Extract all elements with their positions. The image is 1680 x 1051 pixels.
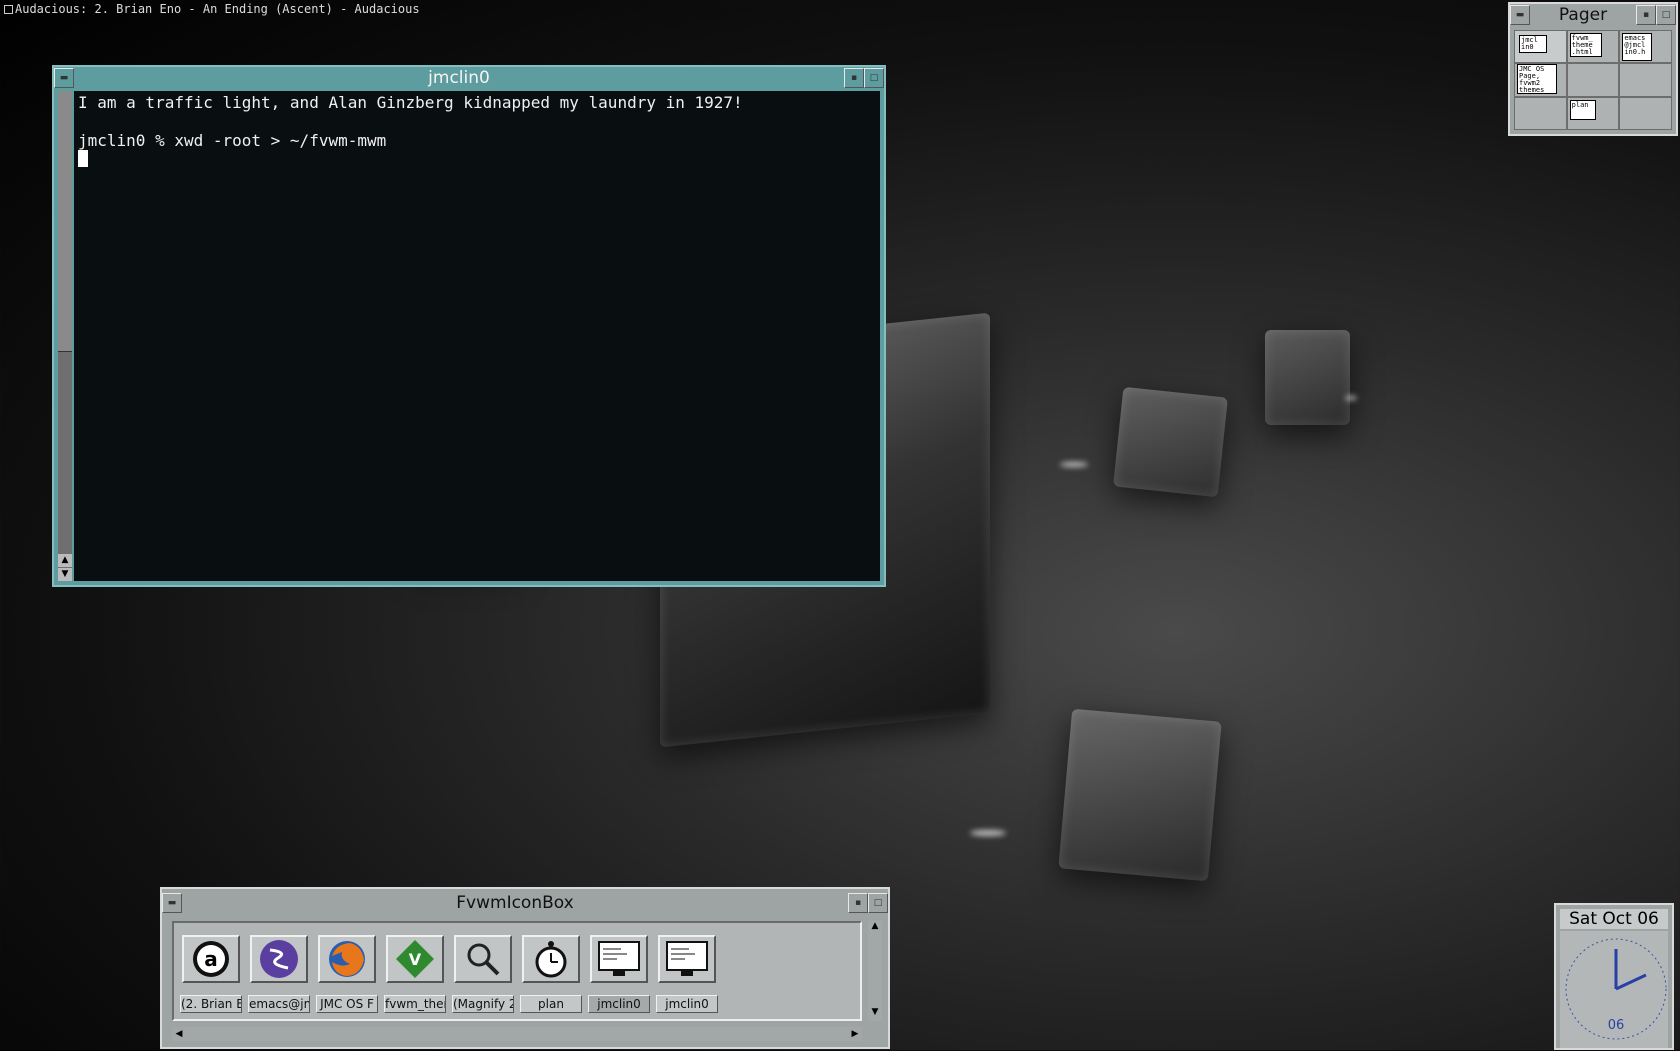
terminal-scrollbar[interactable]: ▲ ▼ <box>58 91 72 581</box>
pager-desk-3[interactable]: emacs @jmcl in0.h <box>1619 30 1672 64</box>
terminal-window[interactable]: ▬ jmclin0 ▪ □ ▲ ▼ I am a traffic light, … <box>52 65 886 587</box>
terminal-icon[interactable] <box>658 935 716 983</box>
icon-label[interactable]: jmclin0 <box>656 995 718 1013</box>
svg-text:a: a <box>204 947 218 971</box>
terminal-content[interactable]: I am a traffic light, and Alan Ginzberg … <box>74 91 880 581</box>
scrollbar-thumb[interactable] <box>58 91 72 352</box>
terminal-title: jmclin0 <box>428 68 490 88</box>
terminal-line: I am a traffic light, and Alan Ginzberg … <box>78 93 743 112</box>
scroll-up-arrow-icon[interactable]: ▲ <box>868 921 882 935</box>
maximize-button[interactable]: □ <box>868 893 888 913</box>
pager-mini-window[interactable]: jmcl in0 <box>1519 35 1547 53</box>
window-checkbox-icon <box>4 5 13 14</box>
iconbox-horizontal-scrollbar[interactable]: ◀ ▶ <box>172 1027 862 1041</box>
clock-window[interactable]: Sat Oct 06 06 <box>1554 903 1674 1050</box>
pager-desk-2[interactable]: fvwm_ theme .html <box>1566 30 1620 64</box>
scroll-up-arrow-icon[interactable]: ▲ <box>58 554 72 567</box>
iconbox-titlebar[interactable]: ▬ FvwmIconBox ▪ □ <box>162 892 888 914</box>
svg-text:V: V <box>409 950 422 969</box>
terminal-prompt-line: jmclin0 % xwd -root > ~/fvwm-mwm <box>78 131 387 150</box>
pager-desk-1[interactable]: jmcl in0 <box>1514 30 1567 64</box>
pager-desk-7[interactable] <box>1514 96 1567 130</box>
icon-label[interactable]: (2. Brian E <box>180 995 242 1013</box>
iconbox-vertical-scrollbar[interactable]: ▲ ▼ <box>868 921 882 1021</box>
pager-desk-4[interactable]: JMC OS Page, fvwm2 themes <box>1514 63 1567 97</box>
scroll-left-arrow-icon[interactable]: ◀ <box>172 1027 186 1041</box>
pager-window[interactable]: ▬ Pager ▪ □ jmcl in0 fvwm_ theme .html e… <box>1508 2 1678 136</box>
terminal-icon[interactable] <box>590 935 648 983</box>
pager-mini-window[interactable]: emacs @jmcl in0.h <box>1622 33 1653 61</box>
minimize-button[interactable]: ▪ <box>848 893 868 913</box>
pager-mini-window[interactable]: JMC OS Page, fvwm2 themes <box>1517 64 1557 95</box>
audacious-icon[interactable]: a <box>182 935 240 983</box>
iconbox-window[interactable]: ▬ FvwmIconBox ▪ □ a V (2. Brian E emacs@… <box>160 887 890 1049</box>
iconbox-area[interactable]: a V (2. Brian E emacs@jm JMC OS F fvwm_t… <box>172 921 862 1021</box>
pager-mini-window[interactable]: fvwm_ theme .html <box>1569 33 1602 57</box>
maximize-button[interactable]: □ <box>864 68 884 88</box>
icon-label[interactable]: (Magnify 2 <box>452 995 514 1013</box>
window-menu-button[interactable]: ▬ <box>1510 5 1530 25</box>
window-menu-button[interactable]: ▬ <box>54 68 74 88</box>
analog-clock: 06 <box>1560 931 1668 1048</box>
icon-label[interactable]: plan <box>520 995 582 1013</box>
pager-mini-window[interactable]: plan <box>1569 99 1596 120</box>
icon-label[interactable]: fvwm_them <box>384 995 446 1013</box>
pager-title: Pager <box>1558 5 1608 25</box>
clock-hour-label: 06 <box>1608 1018 1625 1033</box>
emacs-icon[interactable] <box>250 935 308 983</box>
audacious-title: Audacious: 2. Brian Eno - An Ending (Asc… <box>15 2 420 16</box>
clock-date: Sat Oct 06 <box>1560 909 1668 929</box>
terminal-titlebar[interactable]: ▬ jmclin0 ▪ □ <box>54 67 884 89</box>
magnify-icon[interactable] <box>454 935 512 983</box>
vim-icon[interactable]: V <box>386 935 444 983</box>
scroll-down-arrow-icon[interactable]: ▼ <box>58 568 72 581</box>
pager-desk-6[interactable] <box>1619 63 1672 97</box>
iconbox-title: FvwmIconBox <box>456 893 574 913</box>
maximize-button[interactable]: □ <box>1656 5 1676 25</box>
minimize-button[interactable]: ▪ <box>1636 5 1656 25</box>
alarm-clock-icon[interactable] <box>522 935 580 983</box>
scroll-right-arrow-icon[interactable]: ▶ <box>848 1027 862 1041</box>
firefox-icon[interactable] <box>318 935 376 983</box>
pager-desk-9[interactable] <box>1619 96 1672 130</box>
audacious-titlebar[interactable]: Audacious: 2. Brian Eno - An Ending (Asc… <box>0 0 420 18</box>
icon-label[interactable]: jmclin0 <box>588 995 650 1013</box>
pager-desk-5[interactable] <box>1566 63 1620 97</box>
pager-desk-8[interactable]: plan <box>1566 96 1620 130</box>
icon-label[interactable]: JMC OS F <box>316 995 378 1013</box>
icon-label[interactable]: emacs@jm <box>248 995 310 1013</box>
pager-titlebar[interactable]: ▬ Pager ▪ □ <box>1510 4 1676 26</box>
minimize-button[interactable]: ▪ <box>844 68 864 88</box>
text-cursor <box>78 150 88 167</box>
window-menu-button[interactable]: ▬ <box>162 893 182 913</box>
pager-grid[interactable]: jmcl in0 fvwm_ theme .html emacs @jmcl i… <box>1514 30 1672 130</box>
scroll-down-arrow-icon[interactable]: ▼ <box>868 1007 882 1021</box>
